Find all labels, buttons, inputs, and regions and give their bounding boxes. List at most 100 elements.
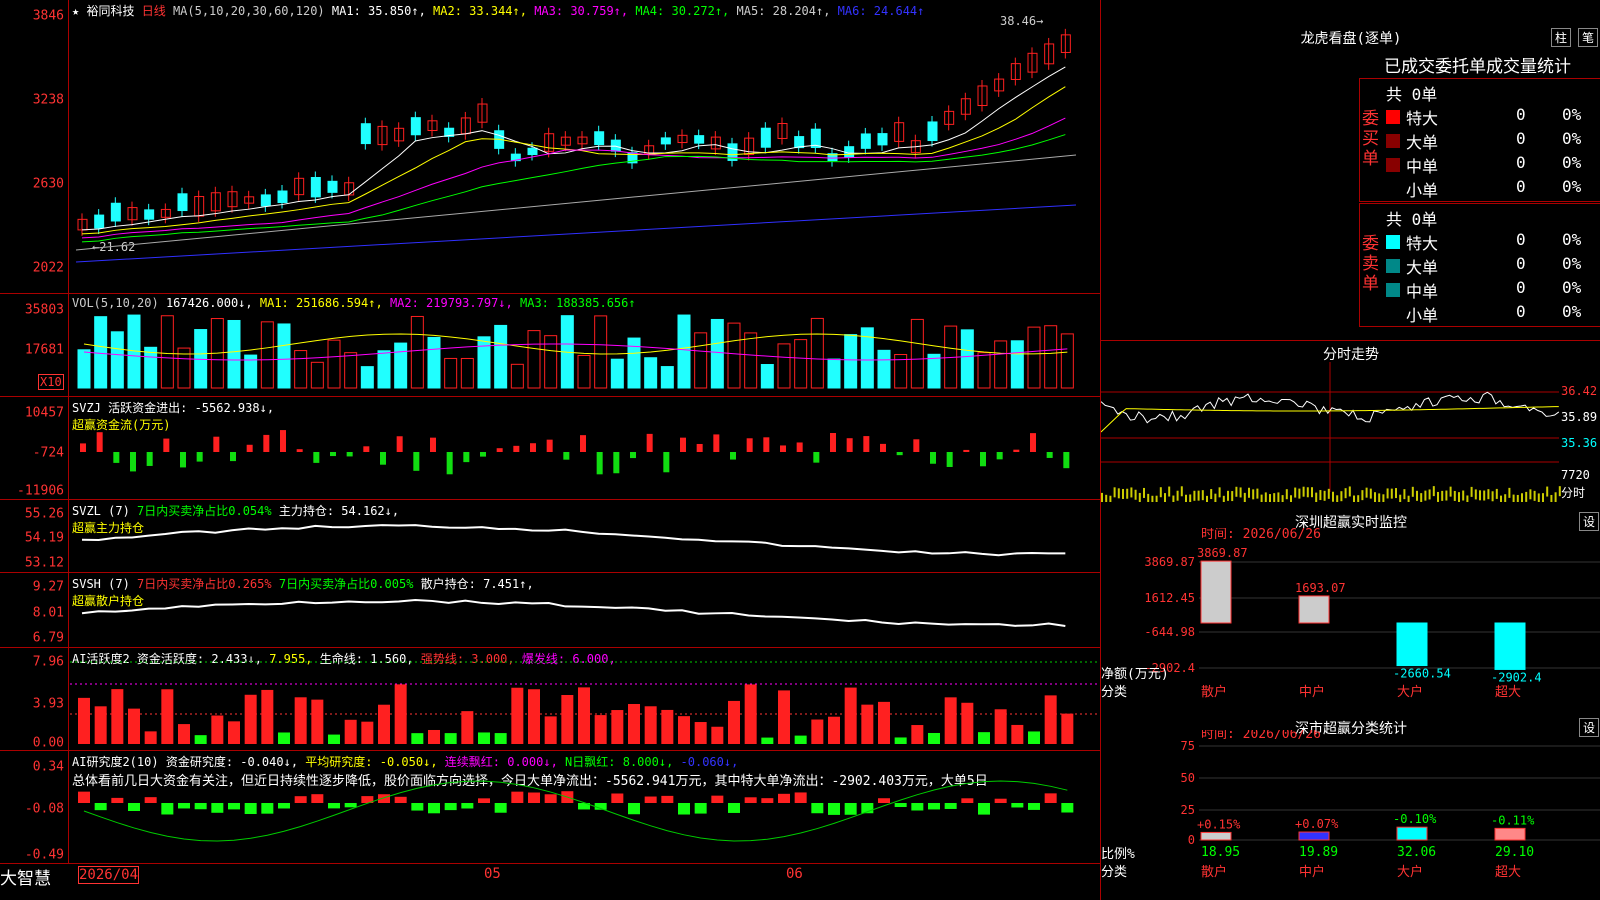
volume-bar: [94, 316, 108, 389]
flow-bar: [863, 436, 870, 452]
research-bar: [844, 803, 857, 815]
order-row: 小单 0 0%: [1386, 177, 1600, 201]
research-bar: [461, 803, 474, 809]
intraday-vol: [1504, 494, 1507, 502]
activity-bar: [494, 733, 507, 744]
activity-bar: [194, 735, 207, 744]
ai-panel[interactable]: 7.96 3.93 0.00 AI活跃度2 资金活跃度: 2.433↓, 7.9…: [0, 648, 1100, 751]
intraday-vol: [1176, 490, 1179, 501]
intraday-vol: [1537, 493, 1540, 502]
intraday-chart[interactable]: [1101, 362, 1600, 502]
axis-tick: 3869.87: [1144, 555, 1195, 569]
data-label: -0.11%: [1491, 813, 1535, 827]
candlestick-chart[interactable]: [0, 0, 1100, 293]
volume-bar: [644, 357, 658, 389]
flow-bar: [380, 452, 386, 465]
bar-mode-button[interactable]: 柱: [1551, 28, 1572, 47]
flow-bar: [96, 432, 103, 452]
flow-bar: [663, 452, 670, 473]
flow-bar: [213, 436, 220, 452]
candle: [610, 139, 621, 152]
fs-title: 分时走势: [1101, 340, 1600, 364]
volume-bar: [460, 357, 474, 389]
flow-bar: [563, 452, 570, 460]
activity-bar: [378, 704, 390, 744]
x-label: 分类: [1101, 685, 1127, 700]
kline-panel[interactable]: 3846 3238 2630 2022 ★ 裕同科技 日线 MA(5,10,20…: [0, 0, 1100, 294]
fund-flow-chart: [80, 430, 1070, 475]
flow-bar: [263, 434, 270, 452]
volume-bar: [77, 349, 91, 389]
volume-bar: [994, 340, 1008, 389]
date: 时间: 2026/06/26: [1201, 730, 1321, 742]
research-bar: [211, 803, 224, 813]
research-bar: [694, 803, 707, 814]
activity-bar: [1061, 713, 1074, 744]
fs-t3: 35.36: [1561, 436, 1598, 450]
intraday-vol: [1521, 493, 1523, 502]
research-bar: [228, 803, 240, 810]
fs-t5: 分时: [1561, 486, 1586, 500]
volume-bar: [310, 361, 324, 389]
intraday-vol: [1151, 495, 1154, 502]
intraday-vol: [1126, 488, 1129, 499]
data-label: -2902.4: [1491, 670, 1542, 684]
intraday-vol: [1353, 495, 1355, 502]
flow-bar: [296, 449, 303, 452]
activity-bar: [661, 709, 674, 744]
category-label: 大户: [1397, 684, 1423, 700]
row-name: 大单: [1406, 258, 1439, 277]
intraday-vol: [1319, 490, 1322, 501]
flow-bar: [913, 439, 920, 452]
intraday-vol: [1432, 486, 1435, 497]
activity-bar: [761, 737, 774, 744]
intraday-vol: [1264, 492, 1267, 502]
flow-bar: [996, 452, 1003, 460]
activity-bar: [461, 711, 474, 744]
flow-bar: [596, 452, 603, 475]
flow-bar: [346, 452, 353, 457]
intraday-vol: [1189, 494, 1192, 502]
flow-bar: [1063, 452, 1070, 469]
svsh-panel[interactable]: 9.27 8.01 6.79 SVSH (7) 7日内买卖净占比0.265% 7…: [0, 573, 1100, 648]
date: 时间: 2026/06/26: [1201, 528, 1321, 542]
research-bar: [778, 793, 790, 803]
activity-bar: [928, 732, 940, 744]
row-value: 0: [1516, 129, 1526, 148]
research-bar: [244, 803, 257, 815]
x-axis: 大智慧 2026/04 05 06: [0, 864, 1100, 900]
volume-bar: [977, 352, 991, 389]
volume-bar: [610, 358, 624, 389]
intraday-vol: [1172, 495, 1175, 502]
intraday-vol: [1269, 494, 1271, 502]
tick-mode-button[interactable]: 笔: [1578, 28, 1599, 47]
flow-bar: [880, 443, 886, 452]
intraday-vol: [1382, 494, 1385, 502]
svzj-panel[interactable]: 10457 -724 -11906 SVZJ 活跃资金进出: -5562.938…: [0, 397, 1100, 500]
swatch: [1386, 259, 1400, 273]
research-bar: [78, 791, 90, 803]
intraday-vol: [1483, 490, 1486, 501]
volume-bar: [794, 339, 808, 389]
swatch: [1386, 283, 1400, 297]
volume-bar: [260, 321, 274, 389]
intraday-vol: [1508, 487, 1511, 498]
axis-tick: 50: [1181, 771, 1195, 785]
volume-panel[interactable]: 35803 17681 X10 VOL(5,10,20) 167426.000↓…: [0, 294, 1100, 397]
activity-bar: [1011, 724, 1024, 744]
candle: [594, 131, 605, 146]
intraday-vol: [1453, 490, 1456, 501]
svzl-panel[interactable]: 55.26 54.19 53.12 SVZL (7) 7日内买卖净占比0.054…: [0, 500, 1100, 573]
axis-tick: -644.98: [1144, 625, 1195, 639]
volume-bar: [110, 331, 124, 389]
data-label: 3869.87: [1197, 546, 1248, 560]
row-name: 特大: [1406, 109, 1439, 128]
volume-bar: [527, 330, 541, 389]
axis-tick: 75: [1181, 739, 1195, 753]
flow-bar: [580, 435, 586, 452]
activity-bar: [128, 708, 140, 744]
yj-panel[interactable]: 0.34 -0.08 -0.49 AI研究度2(10) 资金研究度: -0.04…: [0, 751, 1100, 864]
row-name: 特大: [1406, 234, 1439, 253]
row-value: 0: [1516, 302, 1526, 321]
flow-bar: [980, 452, 986, 467]
